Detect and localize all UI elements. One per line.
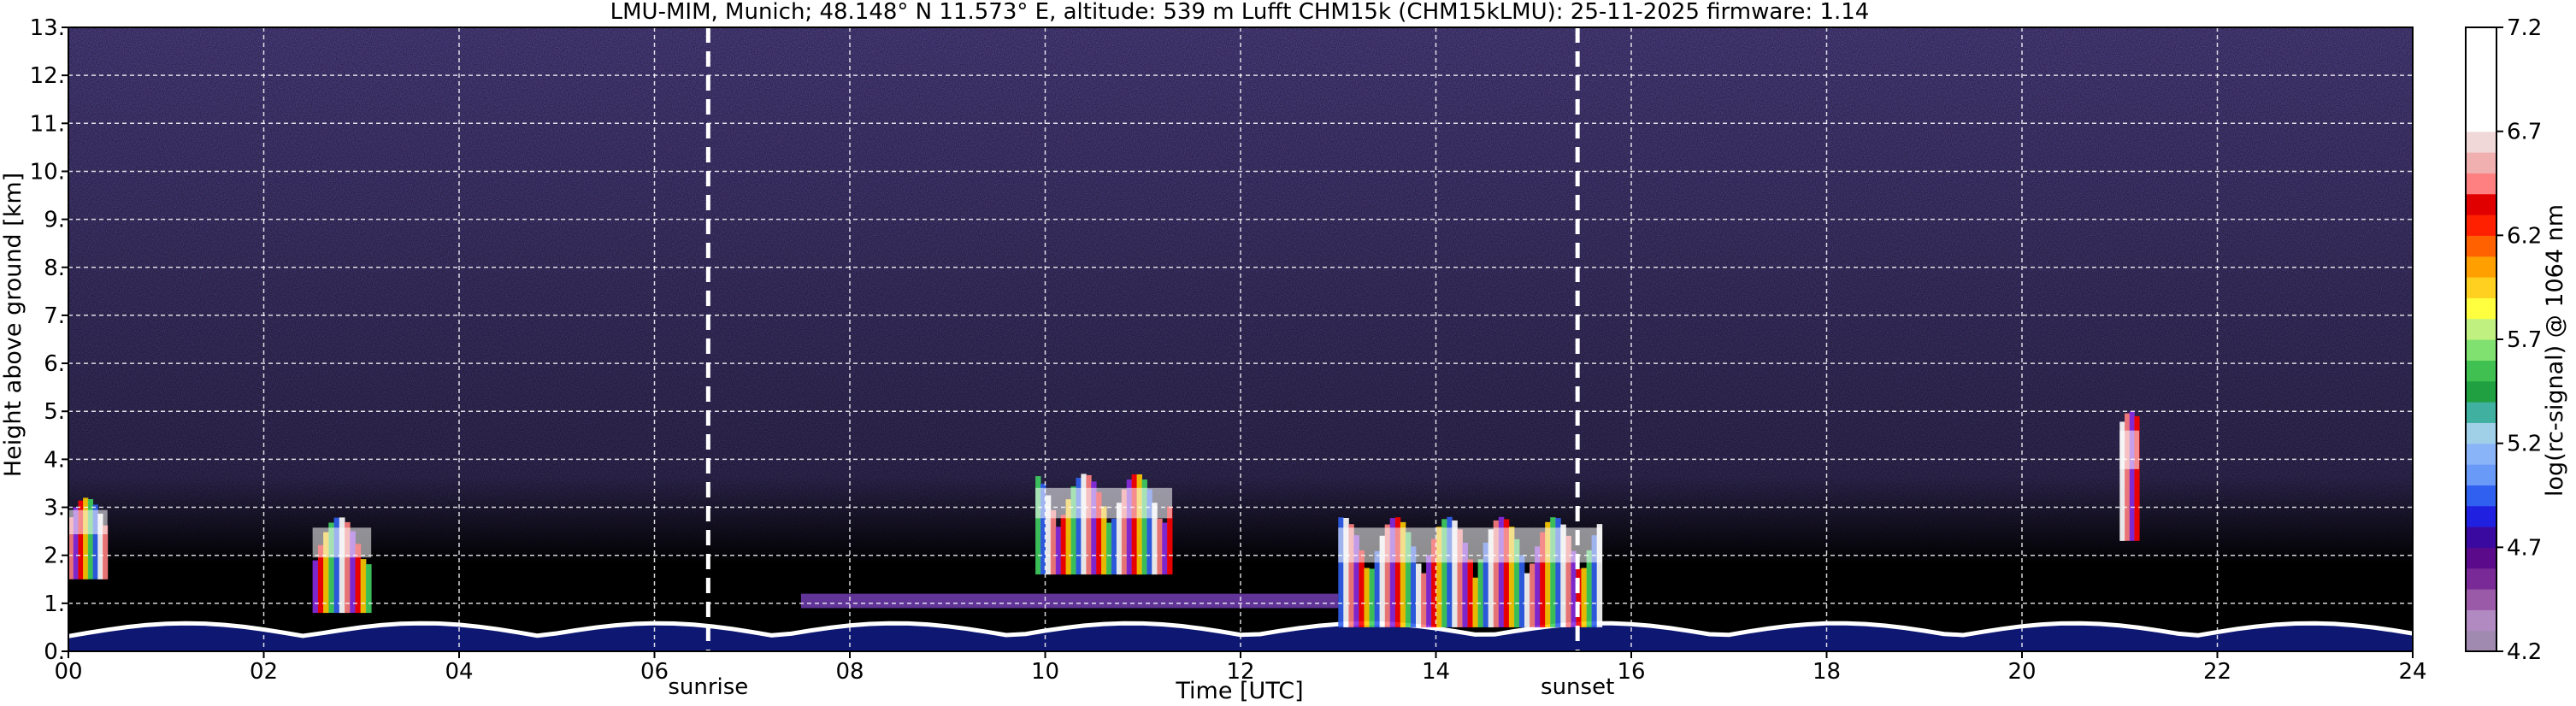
colorbar-segment <box>2466 173 2496 195</box>
colorbar-segment <box>2466 609 2496 632</box>
y-tick-label: 6. <box>44 351 65 377</box>
colorbar-tick-label: 4.2 <box>2507 639 2542 665</box>
lidar-figure: sunrise sunset 00 02 04 06 08 10 12 14 16 18 20 22 24… <box>0 0 2568 704</box>
cloud-core <box>68 509 108 535</box>
colorbar-segment <box>2466 277 2496 298</box>
colorbar-tick-label: 4.7 <box>2507 535 2542 561</box>
y-tick-label: 10. <box>30 159 65 185</box>
cloud-streak <box>1050 509 1057 575</box>
colorbar-segment <box>2466 402 2496 423</box>
cloud-streak <box>1111 518 1117 575</box>
cloud-streak <box>1055 527 1062 575</box>
colorbar: 4.2 4.7 5.2 5.7 6.2 6.7 7.2 <box>2465 15 2542 665</box>
colorbar-segment <box>2466 568 2496 590</box>
colorbar-segment <box>2466 297 2496 320</box>
y-tick-label: 5. <box>44 399 65 425</box>
x-tick-label: 10 <box>1031 659 1059 685</box>
colorbar-segment <box>2466 131 2496 153</box>
cloud-core <box>1035 487 1173 519</box>
y-tick-label: 7. <box>44 303 65 329</box>
cloud-streak <box>1060 515 1067 575</box>
colorbar-segment <box>2466 256 2496 278</box>
y-tick-label: 2. <box>44 544 65 569</box>
colorbar-segment <box>2466 630 2496 652</box>
cloud-core <box>312 527 372 558</box>
colorbar-segment <box>2466 110 2496 132</box>
y-tick-label: 3. <box>44 496 65 521</box>
cloud-streak <box>312 560 319 614</box>
x-tick-label: 22 <box>2203 659 2231 685</box>
colorbar-segment <box>2466 527 2496 548</box>
y-tick-label: 0. <box>44 639 65 665</box>
cloud-streak <box>1472 577 1478 627</box>
x-tick-label: 18 <box>1813 659 1841 685</box>
cloud-streak <box>1426 555 1432 627</box>
y-tick-label: 9. <box>44 208 65 233</box>
colorbar-tick-label: 5.2 <box>2507 432 2542 457</box>
colorbar-segment <box>2466 339 2496 361</box>
colorbar-tick-label: 5.7 <box>2507 327 2542 353</box>
colorbar-segment <box>2466 380 2496 403</box>
event-label-sunrise: sunrise <box>668 674 748 700</box>
cloud-streak <box>1524 573 1530 627</box>
colorbar-segment <box>2466 443 2496 465</box>
colorbar-segment <box>2466 152 2496 174</box>
aerosol-layer <box>800 593 1339 609</box>
cloud-streak <box>1157 518 1163 575</box>
colorbar-segment <box>2466 318 2496 340</box>
y-tick-label: 13. <box>30 15 65 41</box>
colorbar-segment <box>2466 235 2496 257</box>
colorbar-tick-label: 7.2 <box>2507 15 2542 41</box>
event-label-sunset: sunset <box>1541 674 1614 700</box>
cloud-core <box>1338 527 1602 563</box>
x-tick-label: 16 <box>1617 659 1645 685</box>
x-axis-label: Time [UTC] <box>1175 678 1303 704</box>
colorbar-segment <box>2466 485 2496 507</box>
colorbar-segment <box>2466 422 2496 444</box>
cloud-streak <box>1369 568 1375 627</box>
y-axis-label: Height above ground [km] <box>0 173 27 477</box>
cloud-streak <box>1467 559 1473 627</box>
colorbar-segment <box>2466 193 2496 215</box>
y-tick-label: 4. <box>44 447 65 473</box>
colorbar-segment <box>2466 589 2496 610</box>
cloud-streak <box>360 559 367 614</box>
colorbar-segment <box>2466 68 2496 91</box>
y-tick-label: 11. <box>30 111 65 137</box>
x-tick-label: 02 <box>250 659 278 685</box>
cloud-streak <box>1477 559 1484 627</box>
cloud-streak <box>1106 522 1112 575</box>
cloud-core <box>2119 430 2140 469</box>
x-tick-label: 20 <box>2007 659 2036 685</box>
cloud-streak <box>1162 522 1168 575</box>
x-tick-label: 14 <box>1422 659 1450 685</box>
colorbar-segment <box>2466 90 2496 111</box>
colorbar-tick-label: 6.2 <box>2507 223 2542 249</box>
colorbar-segment <box>2466 360 2496 382</box>
colorbar-label: log(rc-signal) @ 1064 nm <box>2542 204 2568 497</box>
y-tick-label: 12. <box>30 63 65 89</box>
cloud-streak <box>1421 573 1427 627</box>
cloud-streak <box>1416 563 1422 627</box>
colorbar-segment <box>2466 464 2496 485</box>
colorbar-segment <box>2466 505 2496 527</box>
x-tick-label: 06 <box>640 659 669 685</box>
colorbar-segment <box>2466 547 2496 569</box>
x-tick-label: 04 <box>445 659 473 685</box>
cloud-streak <box>1581 568 1587 627</box>
chart-title: LMU-MIM, Munich; 48.148° N 11.573° E, al… <box>610 0 1870 25</box>
colorbar-segment <box>2466 27 2496 49</box>
cloud-streak <box>1530 563 1536 627</box>
cloud-streak <box>1518 555 1525 627</box>
y-tick-label: 1. <box>44 591 65 617</box>
y-tick-label: 8. <box>44 256 65 281</box>
colorbar-segment <box>2466 48 2496 70</box>
x-tick-label: 24 <box>2398 659 2426 685</box>
cloud-streak <box>1364 568 1370 627</box>
x-tick-label: 08 <box>835 659 864 685</box>
colorbar-segment <box>2466 215 2496 236</box>
colorbar-tick-label: 6.7 <box>2507 120 2542 145</box>
cloud-streak <box>1576 568 1582 627</box>
cloud-streak <box>365 564 372 614</box>
